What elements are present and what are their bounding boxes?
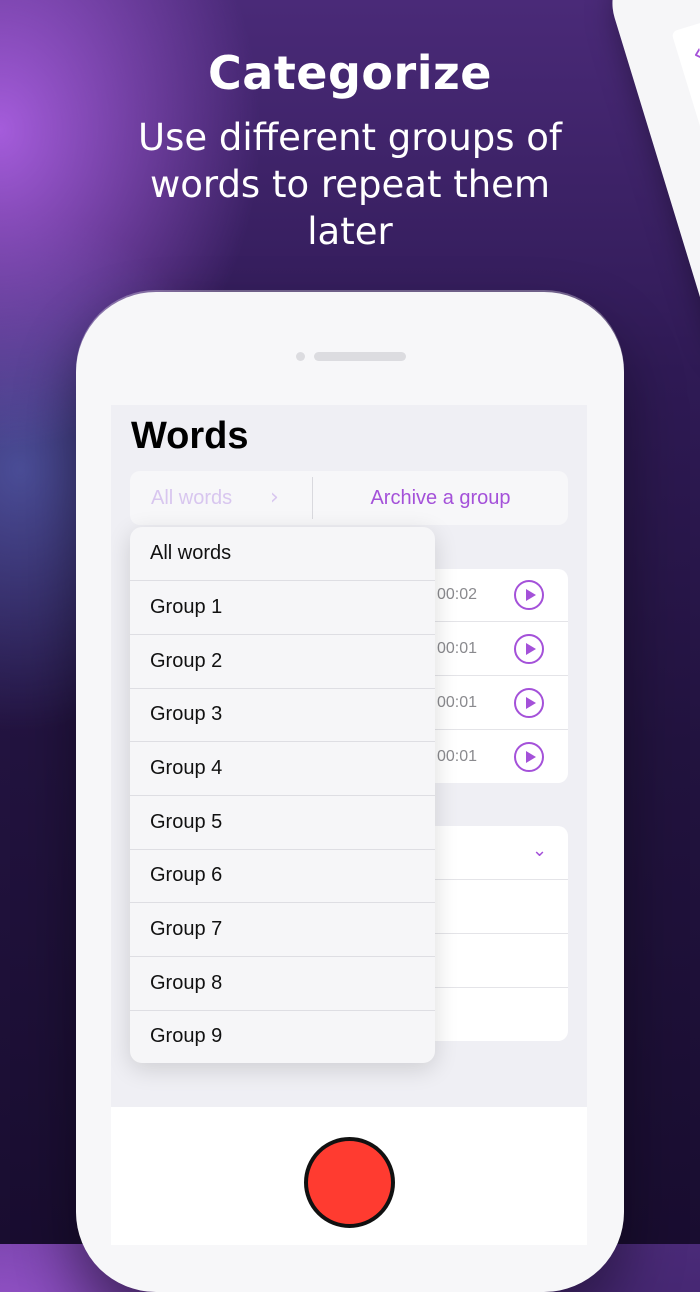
menu-item-label: Group 1 — [150, 596, 223, 618]
earpiece-speaker — [314, 352, 406, 361]
menu-item-group-6[interactable]: Group 6 — [130, 849, 435, 903]
menu-item-group-8[interactable]: Group 8 — [130, 957, 435, 1011]
group-dropdown-menu: All words Group 1 Group 2 Group 3 Group … — [130, 527, 435, 1063]
menu-item-label: Group 4 — [150, 757, 223, 779]
menu-item-label: Group 5 — [150, 811, 223, 833]
app-screen: Words All words › Archive a group 00:02 … — [111, 405, 587, 1245]
play-icon[interactable] — [514, 688, 544, 718]
menu-item-label: Group 9 — [150, 1025, 223, 1047]
menu-item-group-1[interactable]: Group 1 — [130, 581, 435, 635]
page-title: Words — [131, 415, 249, 457]
menu-item-group-4[interactable]: Group 4 — [130, 742, 435, 796]
phone-frame: Words All words › Archive a group 00:02 … — [76, 292, 624, 1292]
menu-item-label: Group 7 — [150, 918, 223, 940]
segmented-control: All words › Archive a group — [130, 471, 568, 525]
menu-item-label: Group 8 — [150, 972, 223, 994]
archive-group-button[interactable]: Archive a group — [313, 471, 568, 525]
promo-subheadline: Use different groups of words to repeat … — [138, 116, 562, 253]
menu-item-group-2[interactable]: Group 2 — [130, 635, 435, 689]
recording-duration: 00:01 — [437, 694, 478, 711]
record-button[interactable] — [304, 1137, 395, 1228]
background-phone-screen: ‹ V — [671, 0, 700, 377]
chevron-down-icon[interactable]: ⌄ — [532, 840, 547, 861]
promo-headline: Categorize — [208, 46, 492, 100]
play-icon[interactable] — [514, 634, 544, 664]
menu-item-group-7[interactable]: Group 7 — [130, 903, 435, 957]
front-camera — [296, 352, 305, 361]
menu-item-group-9[interactable]: Group 9 — [130, 1010, 435, 1063]
group-filter-label: All words — [151, 486, 233, 509]
menu-item-group-5[interactable]: Group 5 — [130, 796, 435, 850]
menu-item-label: Group 3 — [150, 703, 223, 725]
recording-duration: 00:02 — [437, 586, 478, 603]
group-filter-button[interactable]: All words › — [130, 471, 312, 525]
recording-duration: 00:01 — [437, 748, 478, 765]
menu-item-group-3[interactable]: Group 3 — [130, 688, 435, 742]
chevron-left-icon: ‹ — [688, 38, 700, 70]
record-toolbar — [111, 1107, 587, 1245]
menu-item-label: Group 2 — [150, 650, 223, 672]
menu-item-label: All words — [150, 542, 232, 564]
menu-item-all-words[interactable]: All words — [130, 527, 435, 581]
play-icon[interactable] — [514, 742, 544, 772]
play-icon[interactable] — [514, 580, 544, 610]
recording-duration: 00:01 — [437, 640, 478, 657]
menu-item-label: Group 6 — [150, 864, 223, 886]
chevron-right-icon: › — [270, 485, 279, 510]
